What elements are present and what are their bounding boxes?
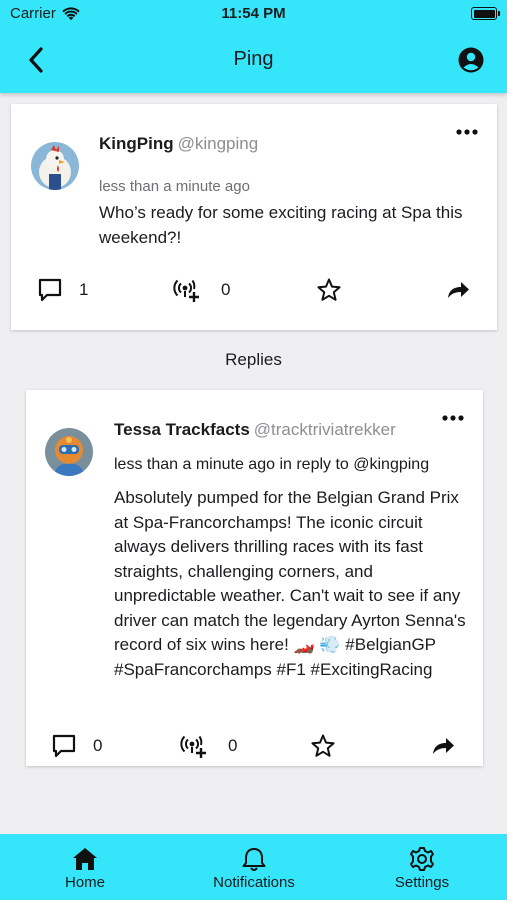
top-bar: Carrier 11:54 PM Ping: [0, 0, 507, 93]
comment-icon: [52, 734, 76, 758]
page-title: Ping: [233, 48, 274, 70]
favorite-button[interactable]: [316, 277, 342, 303]
reply-count: 0: [93, 736, 103, 755]
author-line: KingPing @kingping: [99, 134, 258, 154]
bottom-tab-bar: Home Notifications Settings: [0, 834, 507, 900]
ping-timestamp: less than a minute ago: [99, 178, 250, 195]
reping-button[interactable]: 0: [180, 733, 237, 759]
gear-icon: [410, 847, 434, 871]
reping-button[interactable]: 0: [173, 277, 230, 303]
tab-home[interactable]: Home: [25, 846, 145, 891]
author-handle[interactable]: @kingping: [178, 134, 259, 153]
ping-text: Who’s ready for some exciting racing at …: [99, 203, 463, 247]
tab-home-label: Home: [64, 874, 105, 891]
status-time: 11:54 PM: [221, 5, 286, 22]
share-button[interactable]: [445, 277, 471, 303]
broadcast-add-icon: [173, 279, 199, 302]
reply-button[interactable]: 0: [51, 733, 102, 759]
more-options-button[interactable]: [453, 122, 481, 142]
reply-button[interactable]: 1: [37, 277, 88, 303]
bell-icon: [242, 848, 266, 871]
favorite-button[interactable]: [310, 733, 336, 759]
reply-timestamp: less than a minute ago in reply to @king…: [114, 456, 430, 473]
rooster-avatar-image: [31, 142, 79, 190]
share-arrow-icon: [433, 738, 454, 754]
reply-count: 1: [79, 280, 89, 299]
user-circle-icon: [458, 47, 484, 73]
more-options-button[interactable]: [439, 408, 467, 428]
driver-avatar-image: [45, 428, 93, 476]
share-arrow-icon: [448, 282, 469, 298]
replies-heading: Replies: [225, 350, 282, 369]
reply-card[interactable]: Tessa Trackfacts @tracktriviatrekker less…: [26, 390, 483, 766]
tab-settings-label: Settings: [394, 874, 450, 891]
more-horizontal-icon: [456, 129, 478, 135]
tab-notifications-label: Notifications: [213, 874, 295, 891]
reping-count: 0: [221, 280, 231, 299]
tab-notifications[interactable]: Notifications: [194, 846, 314, 891]
navigation-bar: Ping: [0, 38, 507, 82]
battery-icon: [471, 7, 500, 20]
account-button[interactable]: [455, 44, 487, 76]
reping-count: 0: [228, 736, 238, 755]
home-icon: [73, 848, 97, 870]
share-button[interactable]: [430, 733, 456, 759]
star-icon: [311, 734, 335, 757]
ping-card[interactable]: KingPing @kingping less than a minute ago…: [11, 104, 497, 330]
author-handle[interactable]: @tracktriviatrekker: [254, 420, 396, 439]
reply-text: Absolutely pumped for the Belgian Grand …: [114, 488, 466, 679]
reply-author-line: Tessa Trackfacts @tracktriviatrekker: [114, 420, 396, 440]
author-display-name[interactable]: KingPing: [99, 134, 174, 153]
comment-icon: [38, 278, 62, 302]
tab-settings[interactable]: Settings: [362, 846, 482, 891]
author-display-name[interactable]: Tessa Trackfacts: [114, 420, 250, 439]
status-bar: Carrier 11:54 PM: [0, 0, 507, 28]
broadcast-add-icon: [180, 735, 206, 758]
avatar[interactable]: [31, 142, 79, 190]
avatar[interactable]: [45, 428, 93, 476]
star-icon: [317, 278, 341, 301]
more-horizontal-icon: [442, 415, 464, 421]
